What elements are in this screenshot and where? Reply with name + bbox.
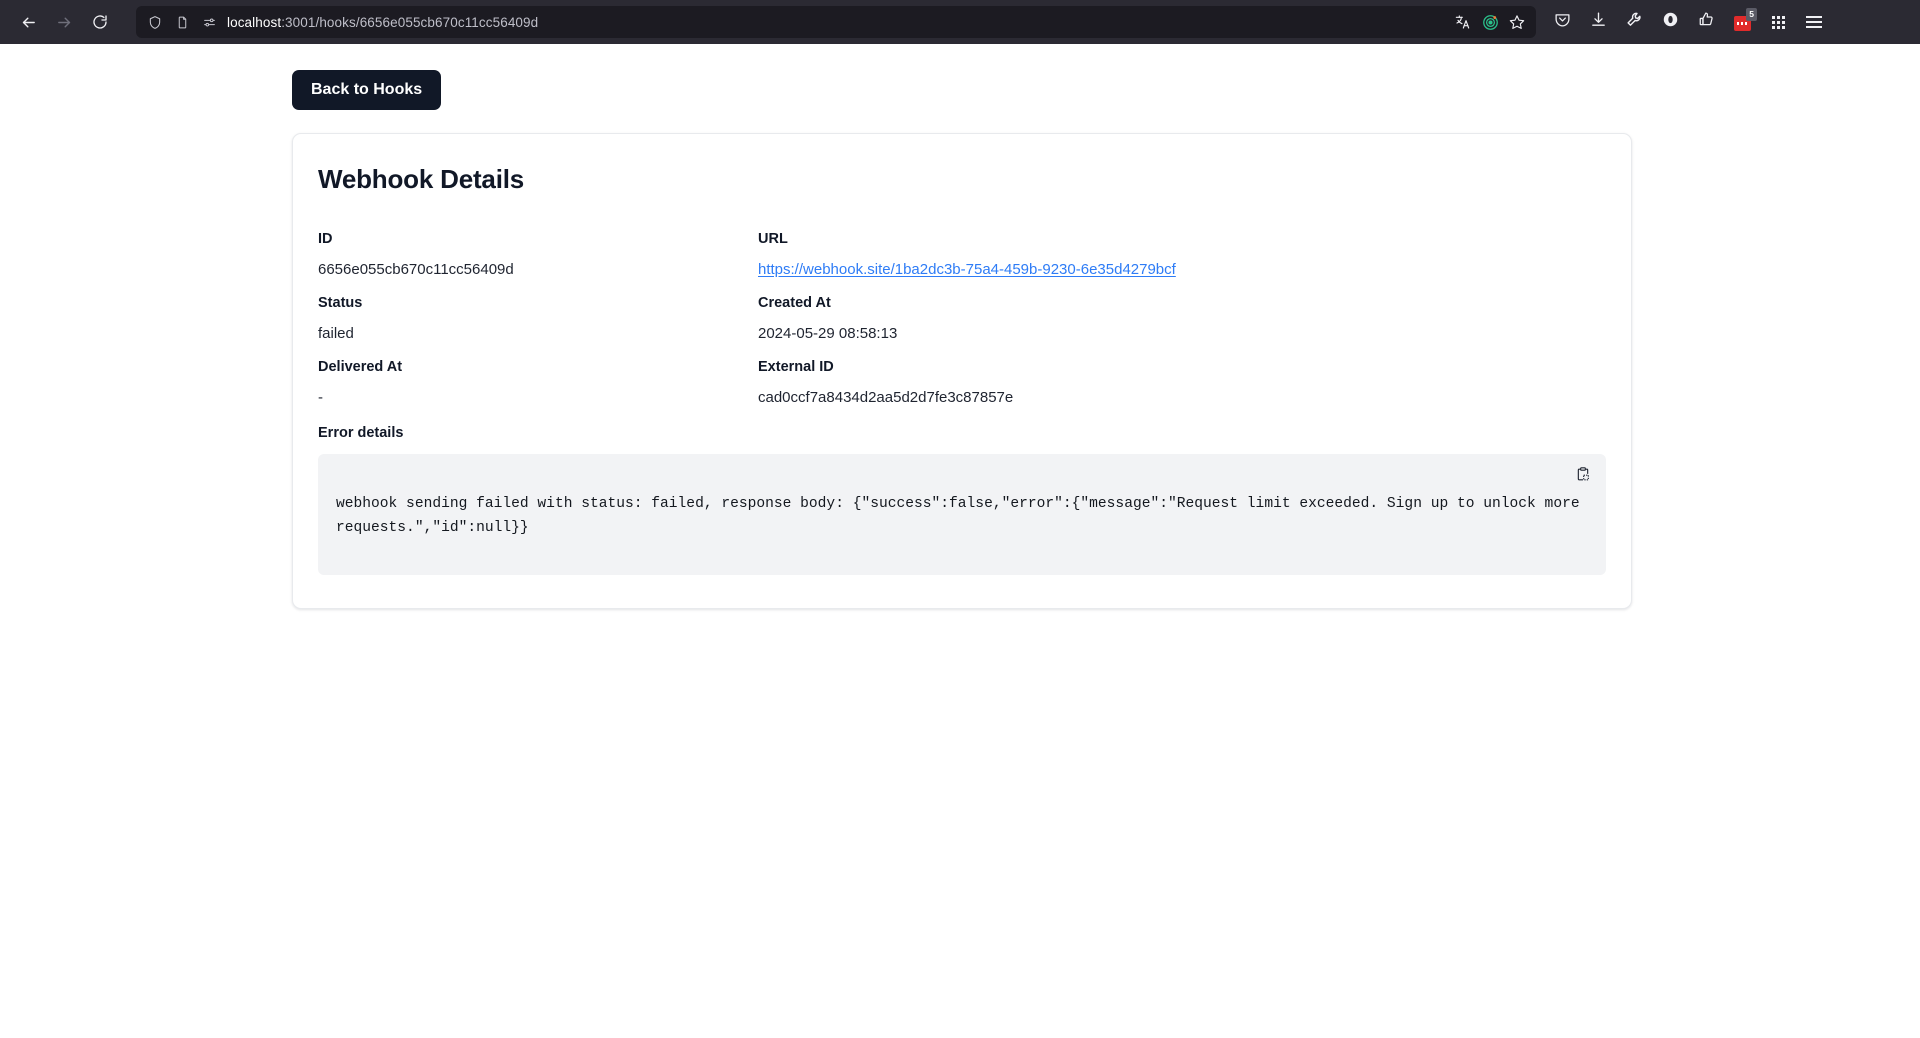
page-title: Webhook Details [318, 164, 525, 195]
thumbs-up-extension-button[interactable] [1688, 5, 1724, 39]
pocket-icon [1554, 11, 1571, 33]
detail-field-id: ID 6656e055cb670c11cc56409d [318, 231, 758, 295]
address-bar[interactable]: localhost:3001/hooks/6656e055cb670c11cc5… [136, 6, 1536, 38]
reload-icon [92, 14, 108, 30]
error-details-code-block: webhook sending failed with status: fail… [318, 454, 1606, 575]
webhook-details-card: Webhook Details ID 6656e055cb670c11cc564… [292, 133, 1632, 609]
wrench-button[interactable] [1616, 5, 1652, 39]
reader-target-icon[interactable] [1481, 13, 1499, 31]
detail-field-status: Status failed [318, 295, 758, 359]
detail-grid: ID 6656e055cb670c11cc56409d URL https://… [318, 231, 1606, 423]
back-to-hooks-button[interactable]: Back to Hooks [292, 70, 442, 111]
clipboard-copy-icon [1575, 466, 1591, 486]
detail-field-url: URL https://webhook.site/1ba2dc3b-75a4-4… [758, 231, 1606, 295]
error-details-label: Error details [318, 425, 404, 442]
page-body: Back to Hooks Webhook Details ID 6656e05… [0, 44, 1920, 1038]
detail-label: External ID [758, 359, 834, 376]
detail-label: Created At [758, 295, 831, 312]
status-badge: failed [318, 325, 354, 343]
forward-button[interactable] [46, 5, 82, 39]
translate-icon[interactable] [1454, 13, 1472, 31]
downloads-button[interactable] [1580, 5, 1616, 39]
opera-circle-icon [1662, 11, 1679, 33]
detail-label: ID [318, 231, 333, 248]
hamburger-menu-icon [1806, 16, 1822, 28]
back-arrow-icon [20, 14, 37, 31]
detail-label: URL [758, 231, 788, 248]
url-host: localhost [227, 14, 282, 30]
red-extension-button[interactable]: 5 [1724, 5, 1760, 39]
permissions-icon[interactable] [200, 13, 218, 31]
downloads-icon [1590, 11, 1607, 33]
detail-value-external-id: cad0ccf7a8434d2aa5d2d7fe3c87857e [758, 389, 1014, 407]
detail-value-delivered-at: - [318, 389, 323, 407]
apps-grid-button[interactable] [1760, 5, 1796, 39]
forward-arrow-icon [56, 14, 73, 31]
copy-error-button[interactable] [1572, 465, 1594, 487]
apps-grid-icon [1771, 15, 1785, 29]
detail-value-created-at: 2024-05-29 08:58:13 [758, 325, 898, 343]
reload-button[interactable] [82, 5, 118, 39]
webhook-url-link[interactable]: https://webhook.site/1ba2dc3b-75a4-459b-… [758, 261, 1176, 278]
url-text[interactable]: localhost:3001/hooks/6656e055cb670c11cc5… [227, 15, 1445, 30]
extension-badge-count: 5 [1746, 8, 1757, 21]
error-details-text: webhook sending failed with status: fail… [336, 496, 1589, 537]
thumbs-up-extension-icon [1698, 11, 1715, 33]
detail-field-delivered-at: Delivered At - [318, 359, 758, 423]
page-document-icon[interactable] [173, 13, 191, 31]
pocket-button[interactable] [1544, 5, 1580, 39]
detail-label: Delivered At [318, 359, 403, 376]
detail-field-created-at: Created At 2024-05-29 08:58:13 [758, 295, 1606, 359]
error-details-section: Error details webhook sending failed wit… [318, 425, 1606, 575]
back-button[interactable] [10, 5, 46, 39]
browser-toolbar-right: 5 [1544, 5, 1832, 39]
star-bookmark-icon[interactable] [1508, 13, 1526, 31]
detail-field-external-id: External ID cad0ccf7a8434d2aa5d2d7fe3c87… [758, 359, 1606, 423]
shield-icon[interactable] [146, 13, 164, 31]
content-wrapper: Back to Hooks Webhook Details ID 6656e05… [292, 70, 1632, 609]
url-path: :3001/hooks/6656e055cb670c11cc56409d [281, 14, 539, 30]
detail-value-url: https://webhook.site/1ba2dc3b-75a4-459b-… [758, 261, 1606, 278]
browser-toolbar: localhost:3001/hooks/6656e055cb670c11cc5… [0, 0, 1920, 44]
detail-label: Status [318, 295, 363, 312]
wrench-icon [1626, 11, 1643, 33]
detail-value-id: 6656e055cb670c11cc56409d [318, 261, 514, 279]
hamburger-menu-button[interactable] [1796, 5, 1832, 39]
opera-button[interactable] [1652, 5, 1688, 39]
